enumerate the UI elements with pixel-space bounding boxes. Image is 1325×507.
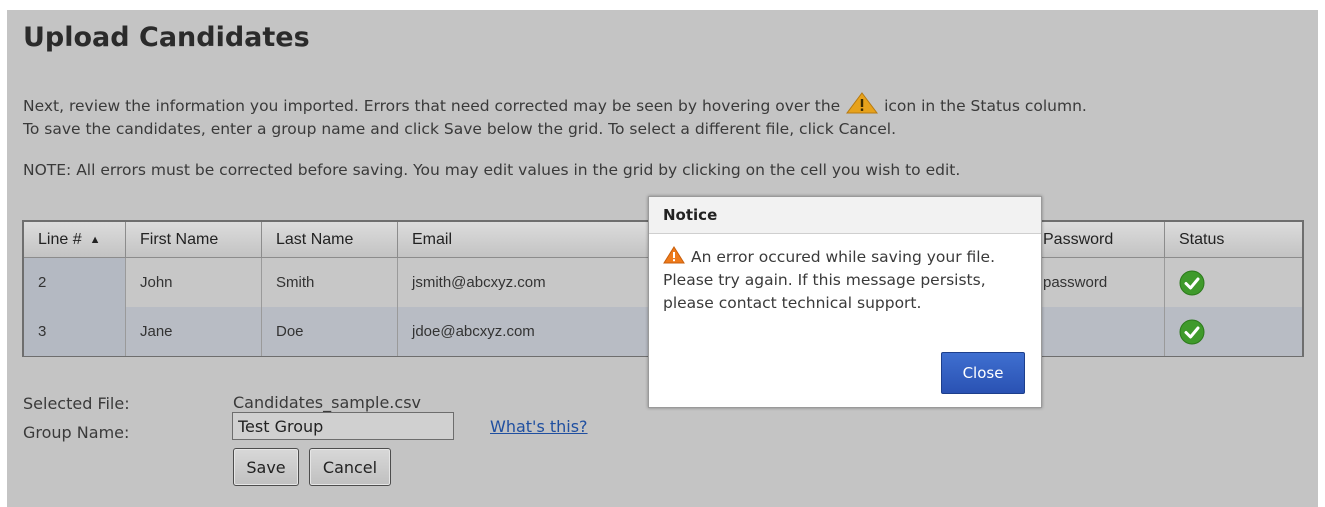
cell-last-name[interactable]: Smith — [261, 257, 398, 307]
note-text: NOTE: All errors must be corrected befor… — [23, 161, 961, 179]
instructions-line-1: Next, review the information you importe… — [23, 92, 1315, 118]
column-header-password[interactable]: Password — [1028, 222, 1165, 258]
cell-password[interactable] — [1028, 307, 1165, 356]
cancel-button[interactable]: Cancel — [309, 448, 391, 486]
cell-last-name[interactable]: Doe — [261, 307, 398, 356]
column-header-status[interactable]: Status — [1164, 222, 1302, 258]
column-header-last-name[interactable]: Last Name — [261, 222, 398, 258]
instructions-text-a: Next, review the information you importe… — [23, 97, 841, 115]
dialog-message: An error occured while saving your file.… — [663, 246, 1031, 315]
cell-first-name[interactable]: John — [125, 257, 262, 307]
cell-line[interactable]: 3 — [24, 307, 126, 356]
column-header-line[interactable]: Line # ▲ — [24, 222, 126, 258]
cell-status[interactable] — [1164, 307, 1302, 356]
cell-status[interactable] — [1164, 257, 1302, 307]
check-circle-icon — [1179, 270, 1205, 296]
warning-icon — [663, 246, 685, 264]
whats-this-link[interactable]: What's this? — [490, 417, 588, 436]
instructions: Next, review the information you importe… — [23, 92, 1315, 141]
column-header-label: Line # — [38, 230, 82, 248]
instructions-line-2: To save the candidates, enter a group na… — [23, 120, 897, 138]
close-button[interactable]: Close — [941, 352, 1025, 394]
group-name-label: Group Name: — [23, 423, 130, 442]
cell-password[interactable]: password — [1028, 257, 1165, 307]
column-header-first-name[interactable]: First Name — [125, 222, 262, 258]
notice-dialog: Notice An error occured while saving you… — [648, 196, 1042, 408]
instructions-text-b: icon in the Status column. — [884, 97, 1087, 115]
warning-icon — [845, 92, 879, 114]
save-button[interactable]: Save — [233, 448, 299, 486]
check-circle-icon — [1179, 319, 1205, 345]
selected-file-value: Candidates_sample.csv — [233, 393, 421, 412]
sort-ascending-icon: ▲ — [89, 233, 101, 246]
dialog-title: Notice — [649, 197, 1041, 234]
dialog-message-text: An error occured while saving your file.… — [663, 248, 996, 312]
cell-line[interactable]: 2 — [24, 257, 126, 307]
page-title: Upload Candidates — [23, 22, 310, 53]
cell-first-name[interactable]: Jane — [125, 307, 262, 356]
group-name-input[interactable] — [232, 412, 454, 440]
selected-file-label: Selected File: — [23, 394, 130, 413]
upload-panel: Upload Candidates Next, review the infor… — [7, 10, 1318, 507]
